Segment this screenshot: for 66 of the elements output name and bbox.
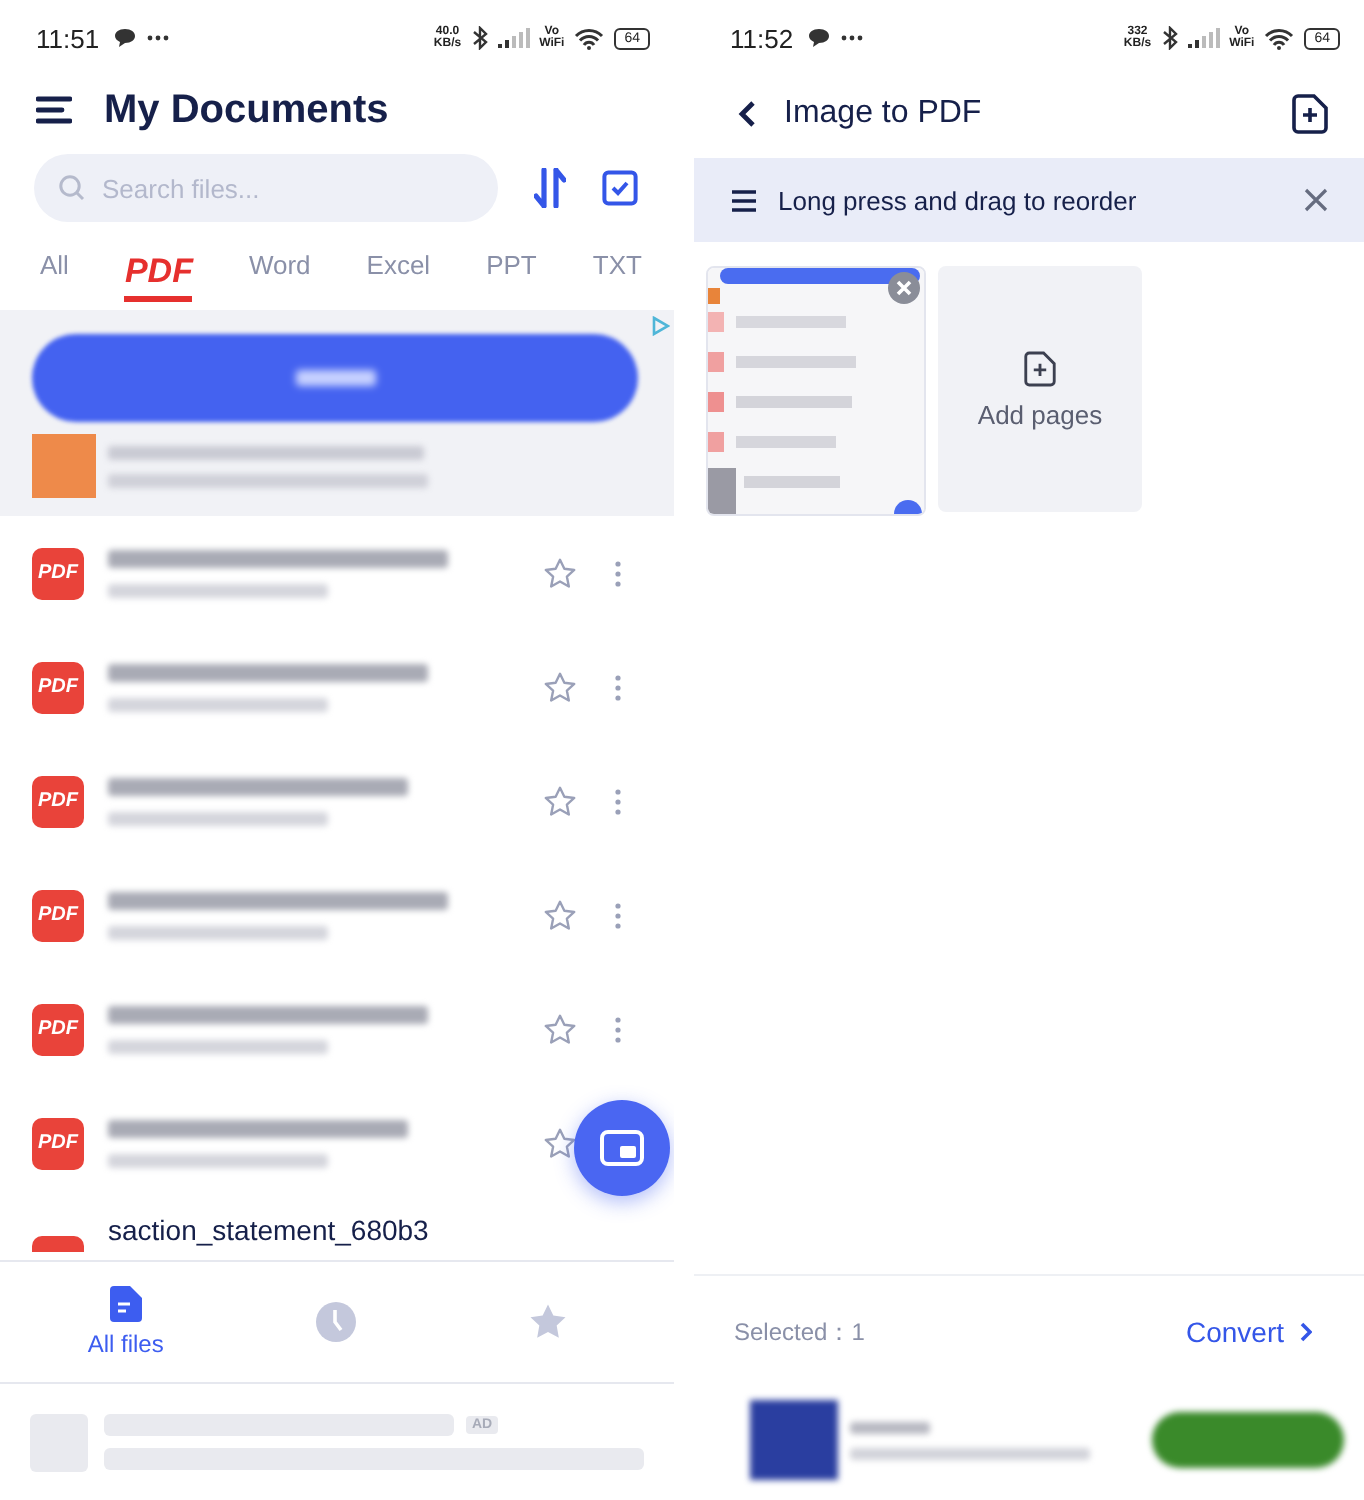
selected-count: Selected：1 bbox=[734, 1315, 865, 1349]
pdf-file-icon bbox=[32, 1236, 84, 1252]
menu-icon[interactable] bbox=[36, 96, 72, 124]
nav-tab[interactable]: All files bbox=[65, 1284, 186, 1360]
ad-app-icon bbox=[32, 434, 96, 498]
status-time: 11:51 bbox=[36, 23, 100, 53]
pdf-file-icon: PDF bbox=[32, 661, 84, 713]
more-options-icon[interactable] bbox=[614, 1015, 622, 1043]
file-name: saction_statement_680b3 bbox=[108, 1214, 429, 1250]
file-type-tab[interactable]: PDF bbox=[124, 244, 193, 302]
search-field[interactable]: Search files... bbox=[34, 154, 498, 222]
wifi-icon bbox=[1264, 27, 1295, 49]
document-icon bbox=[109, 1286, 142, 1322]
drag-handle-icon bbox=[730, 189, 758, 211]
ad-app-icon bbox=[750, 1400, 838, 1480]
ad-button[interactable] bbox=[32, 334, 638, 422]
page-title: Image to PDF bbox=[784, 96, 982, 132]
star-icon[interactable] bbox=[542, 783, 578, 819]
add-file-icon bbox=[1024, 349, 1056, 387]
convert-button[interactable]: Convert bbox=[1173, 1314, 1324, 1350]
pdf-file-icon: PDF bbox=[32, 775, 84, 827]
clock-icon bbox=[316, 1302, 357, 1342]
signal-icon bbox=[1187, 28, 1220, 48]
chevron-right-icon bbox=[1300, 1322, 1312, 1342]
star-icon[interactable] bbox=[542, 555, 578, 591]
chat-icon bbox=[113, 28, 136, 48]
star-icon[interactable] bbox=[542, 669, 578, 705]
more-options-icon[interactable] bbox=[614, 787, 622, 815]
chat-icon bbox=[807, 28, 830, 48]
file-type-tab[interactable]: PPT bbox=[486, 241, 537, 293]
add-file-icon[interactable] bbox=[1292, 94, 1328, 134]
file-type-tab[interactable]: Excel bbox=[366, 241, 431, 293]
more-icon bbox=[145, 34, 170, 42]
add-pages-button[interactable]: Add pages bbox=[938, 266, 1142, 512]
bluetooth-icon bbox=[1161, 26, 1178, 50]
signal-icon bbox=[497, 28, 530, 48]
file-type-tab[interactable]: Word bbox=[248, 241, 311, 293]
file-type-tab[interactable]: TXT bbox=[592, 241, 642, 293]
more-options-icon[interactable] bbox=[614, 901, 622, 929]
hint-text: Long press and drag to reorder bbox=[778, 185, 1137, 215]
file-type-tab[interactable]: All bbox=[40, 241, 69, 293]
ad-choices-icon[interactable] bbox=[652, 316, 670, 336]
close-icon[interactable] bbox=[1304, 188, 1328, 212]
remove-icon[interactable] bbox=[888, 272, 920, 304]
status-time: 11:52 bbox=[730, 23, 794, 53]
star-icon[interactable] bbox=[542, 1011, 578, 1047]
pdf-file-icon: PDF bbox=[32, 889, 84, 941]
image-to-pdf-button[interactable] bbox=[574, 1100, 670, 1196]
more-options-icon[interactable] bbox=[614, 559, 622, 587]
pdf-file-icon: PDF bbox=[32, 1117, 84, 1169]
search-icon bbox=[58, 174, 86, 202]
wifi-icon bbox=[574, 27, 605, 49]
back-icon[interactable] bbox=[738, 100, 756, 128]
bluetooth-icon bbox=[471, 26, 488, 50]
pdf-file-icon: PDF bbox=[32, 1003, 84, 1055]
more-options-icon[interactable] bbox=[614, 673, 622, 701]
pdf-file-icon: PDF bbox=[32, 547, 84, 599]
sort-icon[interactable] bbox=[534, 168, 566, 208]
page-title: My Documents bbox=[104, 87, 389, 133]
star-icon[interactable] bbox=[542, 1125, 578, 1161]
select-checkbox-icon[interactable] bbox=[602, 170, 638, 206]
more-icon bbox=[839, 34, 864, 42]
ad-button[interactable] bbox=[1152, 1412, 1344, 1468]
star-icon bbox=[528, 1302, 569, 1342]
image-icon bbox=[600, 1130, 644, 1166]
star-icon[interactable] bbox=[542, 897, 578, 933]
